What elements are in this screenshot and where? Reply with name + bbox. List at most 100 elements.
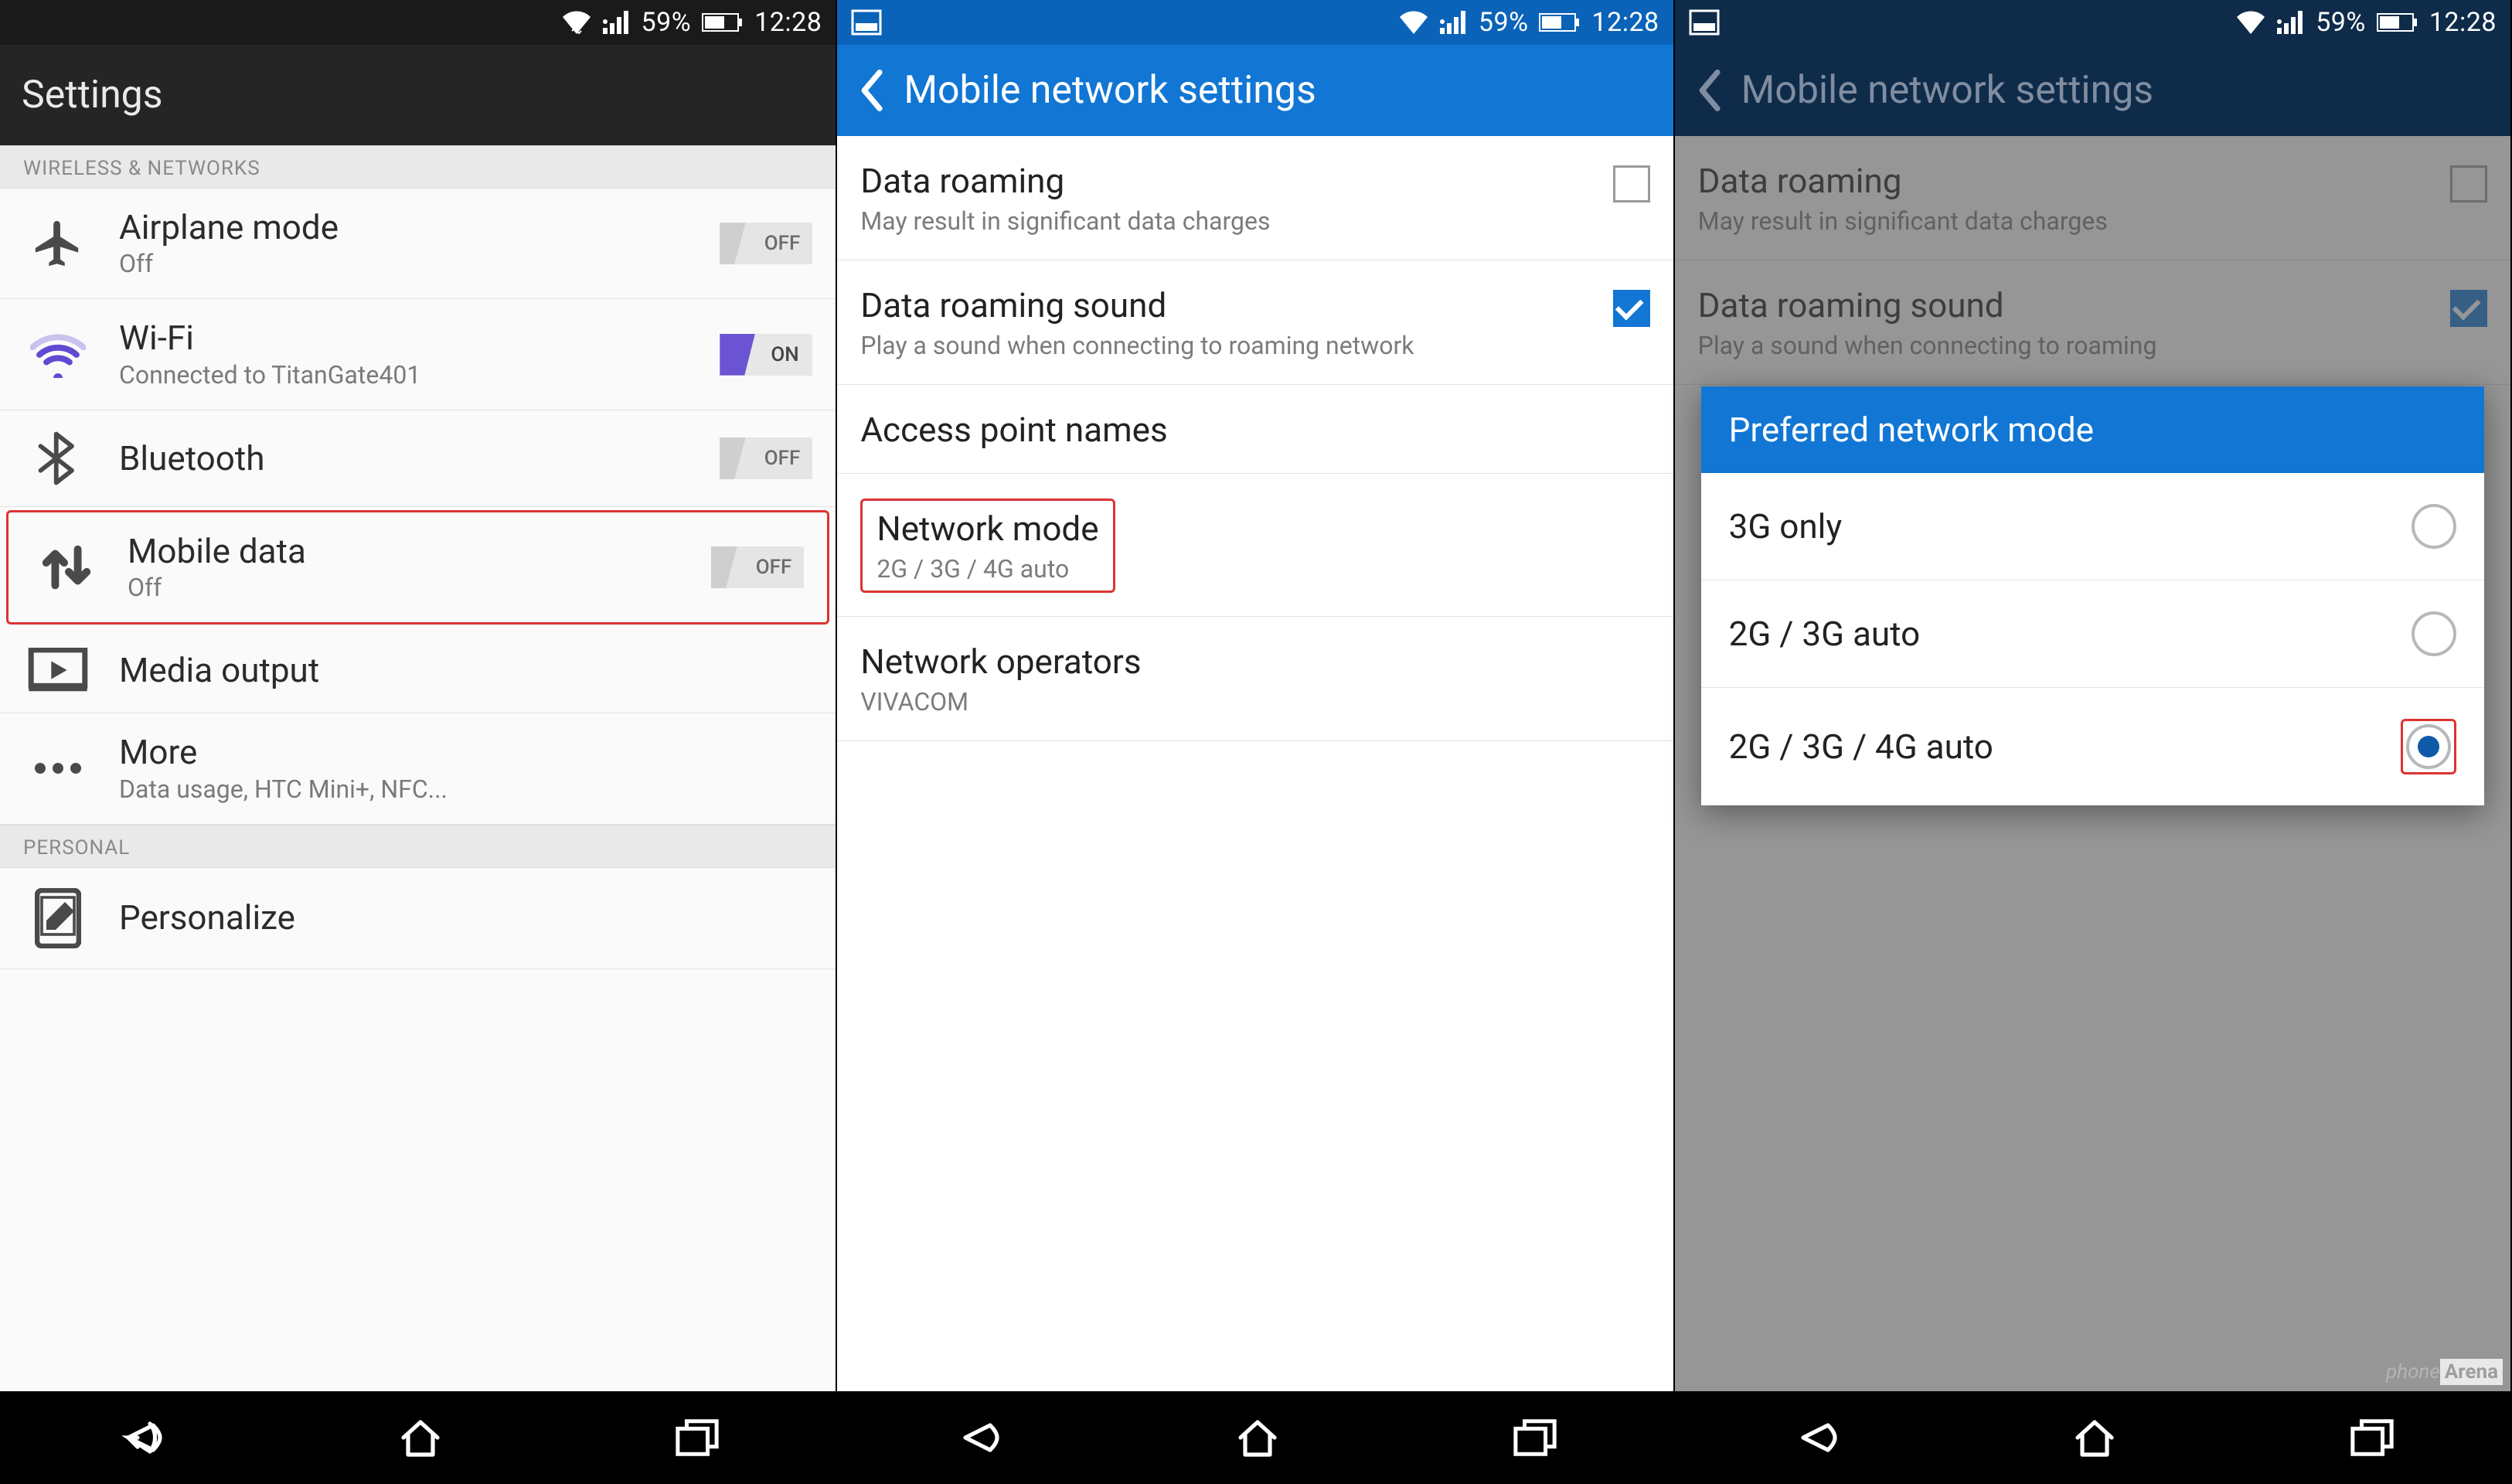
nav-home-icon[interactable]: [397, 1416, 444, 1459]
clock: 12:28: [754, 7, 822, 38]
wifi-status-icon: [561, 9, 592, 36]
settings-list[interactable]: WIRELESS & NETWORKS Airplane mode Off OF…: [0, 145, 836, 1391]
signal-status-icon: [1440, 11, 1468, 34]
row-more[interactable]: More Data usage, HTC Mini+, NFC...: [0, 713, 836, 824]
battery-percent: 59%: [642, 7, 692, 38]
option-radio[interactable]: [2406, 724, 2451, 769]
apn-title: Access point names: [860, 410, 1649, 450]
page-title: Mobile network settings: [1741, 68, 2153, 113]
category-wireless: WIRELESS & NETWORKS: [0, 145, 836, 189]
data-roaming-checkbox[interactable]: [1613, 165, 1650, 203]
option-radio-highlight: [2401, 719, 2456, 774]
nav-back-icon[interactable]: [116, 1416, 165, 1459]
wifi-sub: Connected to TitanGate401: [119, 360, 678, 390]
row-bluetooth[interactable]: Bluetooth OFF: [0, 410, 836, 507]
option-radio[interactable]: [2412, 611, 2456, 656]
row-personalize[interactable]: Personalize: [0, 868, 836, 969]
personalize-title: Personalize: [119, 899, 812, 936]
back-button: [1697, 68, 1724, 113]
row-apn[interactable]: Access point names: [837, 385, 1673, 474]
roaming-sound-title: Data roaming sound: [860, 285, 1597, 325]
row-data-roaming[interactable]: Data roaming May result in significant d…: [837, 136, 1673, 260]
row-data-roaming-sound[interactable]: Data roaming sound Play a sound when con…: [837, 260, 1673, 385]
bluetooth-title: Bluetooth: [119, 440, 678, 477]
option-label: 2G / 3G / 4G auto: [1729, 727, 1993, 767]
battery-status-icon: [2377, 12, 2418, 33]
signal-status-icon: [2277, 11, 2305, 34]
option-label: 2G / 3G auto: [1729, 614, 1921, 654]
mobile-data-sub: Off: [128, 573, 669, 602]
screen-settings: 59% 12:28 Settings WIRELESS & NETWORKS A…: [0, 0, 837, 1484]
data-roaming-sub: May result in significant data charges: [860, 206, 1597, 237]
battery-percent: 59%: [2316, 7, 2366, 38]
nav-recent-icon[interactable]: [2350, 1418, 2395, 1458]
airplane-sub: Off: [119, 249, 678, 278]
page-title: Mobile network settings: [904, 68, 1316, 113]
screen-network-mode-dialog: 59% 12:28 Mobile network settings Data r…: [1675, 0, 2512, 1484]
dialog-title: Preferred network mode: [1701, 386, 2484, 473]
more-icon: [23, 759, 93, 778]
clock: 12:28: [2429, 7, 2497, 38]
battery-status-icon: [1539, 12, 1581, 33]
screenshot-indicator-icon: [851, 9, 882, 36]
more-title: More: [119, 733, 812, 771]
mobile-data-title: Mobile data: [128, 533, 669, 570]
wifi-status-icon: [1398, 9, 1429, 36]
personalize-icon: [23, 888, 93, 948]
mobile-network-list[interactable]: Data roaming May result in significant d…: [837, 136, 1673, 1391]
row-mobile-data[interactable]: Mobile data Off OFF: [6, 510, 829, 625]
nav-back-icon[interactable]: [1791, 1416, 1840, 1459]
media-output-icon: [23, 648, 93, 693]
battery-status-icon: [702, 12, 744, 33]
bluetooth-icon: [23, 431, 93, 486]
media-output-title: Media output: [119, 652, 812, 689]
option-3g-only[interactable]: 3G only: [1701, 473, 2484, 580]
nav-back-icon[interactable]: [953, 1416, 1002, 1459]
battery-percent: 59%: [1479, 7, 1529, 38]
nav-home-icon[interactable]: [1234, 1416, 1281, 1459]
data-roaming-title: Data roaming: [860, 161, 1597, 201]
row-wifi[interactable]: Wi-Fi Connected to TitanGate401 ON: [0, 299, 836, 410]
wifi-toggle[interactable]: ON: [720, 334, 812, 376]
category-personal: PERSONAL: [0, 825, 836, 868]
row-network-operators[interactable]: Network operators VIVACOM: [837, 617, 1673, 741]
option-2g-3g-auto[interactable]: 2G / 3G auto: [1701, 580, 2484, 688]
screenshot-indicator-icon: [1689, 9, 1720, 36]
wifi-title: Wi-Fi: [119, 319, 678, 356]
operators-sub: VIVACOM: [860, 686, 1649, 717]
airplane-toggle[interactable]: OFF: [720, 223, 812, 264]
app-bar: Mobile network settings: [1675, 45, 2510, 136]
wifi-icon: [23, 332, 93, 378]
nav-recent-icon[interactable]: [1513, 1418, 1557, 1458]
mobile-data-toggle[interactable]: OFF: [711, 546, 804, 588]
option-label: 3G only: [1729, 506, 1843, 546]
nav-bar: [1675, 1391, 2510, 1484]
nav-home-icon[interactable]: [2071, 1416, 2118, 1459]
watermark: phoneArena: [2386, 1360, 2503, 1384]
option-2g-3g-4g-auto[interactable]: 2G / 3G / 4G auto: [1701, 688, 2484, 805]
nav-recent-icon[interactable]: [675, 1418, 720, 1458]
app-bar: Mobile network settings: [837, 45, 1673, 136]
row-media-output[interactable]: Media output: [0, 628, 836, 713]
back-button[interactable]: [859, 68, 887, 113]
roaming-sound-sub: Play a sound when connecting to roaming …: [860, 330, 1597, 361]
status-bar: 59% 12:28: [837, 0, 1673, 45]
network-mode-highlight: Network mode 2G / 3G / 4G auto: [860, 499, 1115, 593]
status-bar: 59% 12:28: [0, 0, 836, 45]
network-mode-sub: 2G / 3G / 4G auto: [876, 553, 1098, 584]
mobile-data-icon: [32, 540, 101, 594]
clock: 12:28: [1591, 7, 1659, 38]
nav-bar: [837, 1391, 1673, 1484]
more-sub: Data usage, HTC Mini+, NFC...: [119, 774, 812, 804]
app-bar: Settings: [0, 45, 836, 145]
bluetooth-toggle[interactable]: OFF: [720, 437, 812, 479]
row-airplane-mode[interactable]: Airplane mode Off OFF: [0, 189, 836, 299]
nav-bar: [0, 1391, 836, 1484]
row-network-mode[interactable]: Network mode 2G / 3G / 4G auto: [837, 474, 1673, 617]
roaming-sound-checkbox[interactable]: [1613, 290, 1650, 327]
page-title: Settings: [22, 73, 163, 117]
preferred-network-dialog: Preferred network mode 3G only 2G / 3G a…: [1701, 386, 2484, 805]
airplane-title: Airplane mode: [119, 209, 678, 246]
signal-status-icon: [603, 11, 631, 34]
option-radio[interactable]: [2412, 504, 2456, 549]
